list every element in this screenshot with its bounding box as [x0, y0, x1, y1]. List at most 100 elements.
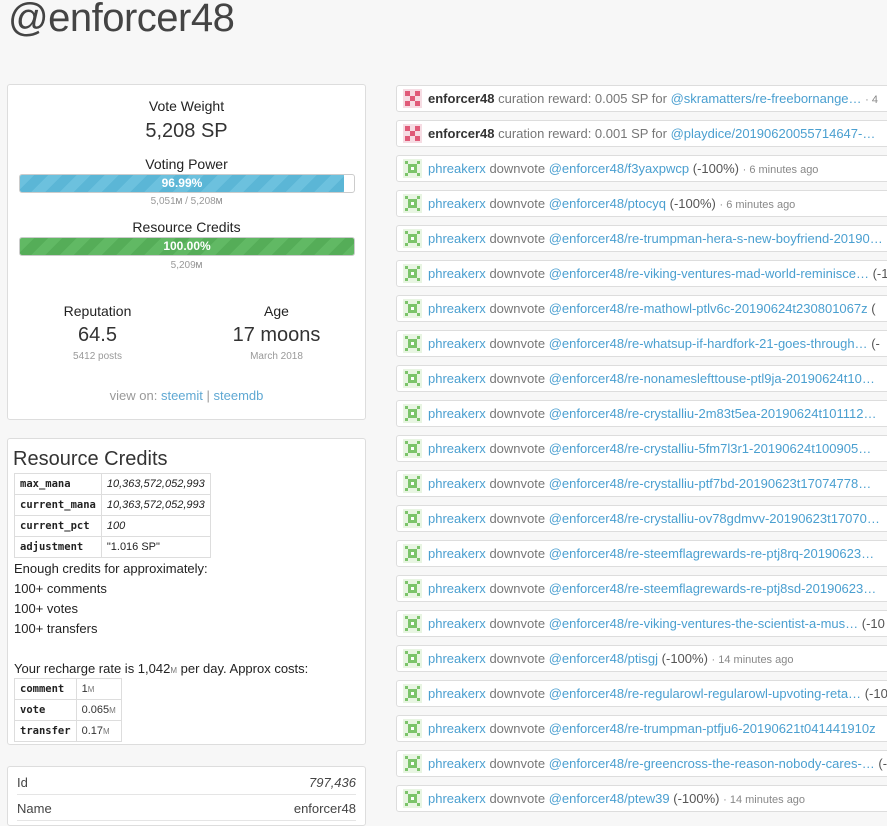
feed-user-link[interactable]: enforcer48	[428, 91, 494, 106]
pink-pattern-avatar-icon[interactable]	[403, 89, 422, 108]
feed-item-text: enforcer48 curation reward: 0.001 SP for…	[428, 126, 875, 141]
rc-key: current_pct	[14, 515, 102, 537]
feed-item-text: phreakerx downvote @enforcer48/re-trumpm…	[428, 721, 876, 736]
voting-power-total: / 5,208	[182, 196, 216, 207]
green-pattern-avatar-icon[interactable]	[403, 159, 422, 178]
feed-permlink[interactable]: @enforcer48/re-trumpman-hera-s-new-boyfr…	[549, 231, 883, 246]
rc-value: "1.016 SP"	[100, 536, 211, 558]
feed-permlink[interactable]: @enforcer48/ptisgj	[549, 651, 658, 666]
feed-user-link[interactable]: phreakerx	[428, 721, 486, 736]
green-pattern-avatar-icon[interactable]	[403, 544, 422, 563]
feed-user-link[interactable]: phreakerx	[428, 441, 486, 456]
rc-row: adjustment "1.016 SP"	[14, 536, 211, 558]
feed-user-link[interactable]: phreakerx	[428, 791, 486, 806]
steemdb-link[interactable]: steemdb	[214, 388, 264, 403]
feed-permlink[interactable]: @enforcer48/re-trumpman-ptfju6-20190621t…	[549, 721, 876, 736]
green-pattern-avatar-icon[interactable]	[403, 439, 422, 458]
feed-action: downvote	[489, 301, 546, 316]
green-pattern-avatar-icon[interactable]	[403, 719, 422, 738]
feed-permlink[interactable]: @enforcer48/re-crystalliu-5fm7l3r1-20190…	[549, 441, 871, 456]
feed-vote-weight: (-100%)	[669, 196, 716, 211]
green-pattern-avatar-icon[interactable]	[403, 229, 422, 248]
feed-permlink[interactable]: @enforcer48/re-nonameslefttouse-ptl9ja-2…	[549, 371, 875, 386]
feed-user-link[interactable]: phreakerx	[428, 336, 486, 351]
feed-user-link[interactable]: phreakerx	[428, 406, 486, 421]
green-pattern-avatar-icon[interactable]	[403, 334, 422, 353]
feed-user-link[interactable]: phreakerx	[428, 686, 486, 701]
pink-pattern-avatar-icon[interactable]	[403, 124, 422, 143]
green-pattern-avatar-icon[interactable]	[403, 474, 422, 493]
feed-user-link[interactable]: phreakerx	[428, 231, 486, 246]
green-pattern-avatar-icon[interactable]	[403, 614, 422, 633]
feed-item-text: phreakerx downvote @enforcer48/re-viking…	[428, 266, 887, 281]
feed-permlink[interactable]: @playdice/20190620055714647-…	[671, 126, 876, 141]
feed-item-text: phreakerx downvote @enforcer48/re-noname…	[428, 371, 875, 386]
feed-item: phreakerx downvote @enforcer48/re-viking…	[396, 260, 887, 287]
feed-permlink[interactable]: @enforcer48/re-viking-ventures-mad-world…	[549, 266, 869, 281]
green-pattern-avatar-icon[interactable]	[403, 509, 422, 528]
green-pattern-avatar-icon[interactable]	[403, 754, 422, 773]
green-pattern-avatar-icon[interactable]	[403, 404, 422, 423]
rc-row: current_pct 100	[14, 515, 211, 537]
feed-permlink[interactable]: @enforcer48/re-greencross-the-reason-nob…	[549, 756, 875, 771]
feed-permlink[interactable]: @enforcer48/f3yaxpwcp	[549, 161, 689, 176]
feed-item-text: phreakerx downvote @enforcer48/re-trumpm…	[428, 231, 883, 246]
feed-user-link[interactable]: phreakerx	[428, 581, 486, 596]
feed-user-link[interactable]: phreakerx	[428, 196, 486, 211]
resource-credits-bar: 100.00%	[19, 237, 355, 256]
feed-timestamp: · 14 minutes ago	[711, 654, 794, 666]
feed-permlink[interactable]: @enforcer48/ptew39	[549, 791, 670, 806]
feed-permlink[interactable]: @enforcer48/ptocyq	[549, 196, 666, 211]
green-pattern-avatar-icon[interactable]	[403, 299, 422, 318]
feed-user-link[interactable]: phreakerx	[428, 651, 486, 666]
feed-user-link[interactable]: phreakerx	[428, 616, 486, 631]
feed-user-link[interactable]: enforcer48	[428, 126, 494, 141]
feed-user-link[interactable]: phreakerx	[428, 511, 486, 526]
feed-permlink[interactable]: @skramatters/re-freebornange…	[671, 91, 862, 106]
feed-user-link[interactable]: phreakerx	[428, 476, 486, 491]
feed-timestamp: · 6 minutes ago	[719, 199, 796, 211]
feed-permlink[interactable]: @enforcer48/re-crystalliu-2m83t5ea-20190…	[549, 406, 877, 421]
feed-user-link[interactable]: phreakerx	[428, 756, 486, 771]
green-pattern-avatar-icon[interactable]	[403, 649, 422, 668]
feed-timestamp: · 6 minutes ago	[742, 164, 819, 176]
feed-item: enforcer48 curation reward: 0.001 SP for…	[396, 120, 887, 147]
feed-user-link[interactable]: phreakerx	[428, 371, 486, 386]
feed-permlink[interactable]: @enforcer48/re-crystalliu-ptf7bd-2019062…	[549, 476, 872, 491]
resource-credits-bar-fill: 100.00%	[20, 238, 354, 255]
feed-item: phreakerx downvote @enforcer48/re-greenc…	[396, 750, 887, 777]
green-pattern-avatar-icon[interactable]	[403, 369, 422, 388]
feed-permlink[interactable]: @enforcer48/re-mathowl-ptlv6c-20190624t2…	[549, 301, 868, 316]
info-value: enforcer48	[293, 801, 356, 816]
feed-vote-weight: (-100%)	[673, 791, 720, 806]
green-pattern-avatar-icon[interactable]	[403, 194, 422, 213]
rc-enough-text: Enough credits for approximately:	[14, 561, 208, 576]
green-pattern-avatar-icon[interactable]	[403, 264, 422, 283]
feed-permlink[interactable]: @enforcer48/re-viking-ventures-the-scien…	[549, 616, 858, 631]
feed-user-link[interactable]: phreakerx	[428, 546, 486, 561]
green-pattern-avatar-icon[interactable]	[403, 789, 422, 808]
feed-permlink[interactable]: @enforcer48/re-whatsup-if-hardfork-21-go…	[549, 336, 868, 351]
feed-action: downvote	[489, 581, 546, 596]
feed-permlink[interactable]: @enforcer48/re-steemflagrewards-re-ptj8s…	[549, 581, 877, 596]
info-value: 797,436	[309, 775, 356, 790]
feed-action: downvote	[489, 616, 546, 631]
reputation-label: Reputation	[63, 303, 132, 319]
rc-cost-value: 1M	[75, 678, 122, 700]
info-row-id: Id 797,436	[17, 769, 356, 795]
feed-action: downvote	[489, 511, 546, 526]
feed-user-link[interactable]: phreakerx	[428, 266, 486, 281]
green-pattern-avatar-icon[interactable]	[403, 579, 422, 598]
steemit-link[interactable]: steemit	[161, 388, 203, 403]
feed-action: downvote	[489, 441, 546, 456]
feed-permlink[interactable]: @enforcer48/re-regularowl-regularowl-upv…	[549, 686, 861, 701]
feed-permlink[interactable]: @enforcer48/re-crystalliu-ov78gdmvv-2019…	[549, 511, 880, 526]
feed-item: phreakerx downvote @enforcer48/f3yaxpwcp…	[396, 155, 887, 182]
feed-user-link[interactable]: phreakerx	[428, 301, 486, 316]
feed-user-link[interactable]: phreakerx	[428, 161, 486, 176]
feed-permlink[interactable]: @enforcer48/re-steemflagrewards-re-ptj8r…	[549, 546, 874, 561]
feed-vote-weight: (-1	[872, 266, 887, 281]
feed-item-text: phreakerx downvote @enforcer48/re-crysta…	[428, 441, 871, 456]
rc-row: max_mana 10,363,572,052,993	[14, 473, 211, 495]
green-pattern-avatar-icon[interactable]	[403, 684, 422, 703]
